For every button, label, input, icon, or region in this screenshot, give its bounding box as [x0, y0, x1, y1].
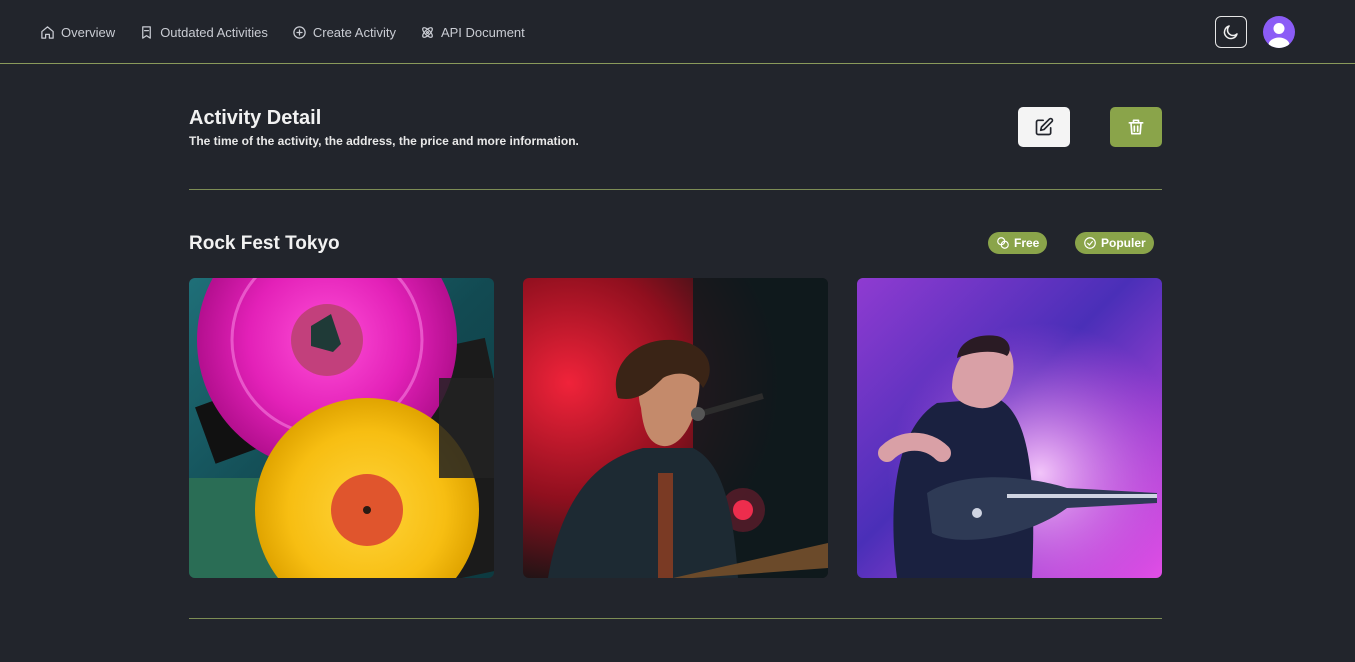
singer-with-guitar-photo[interactable] — [523, 278, 828, 578]
top-navigation-bar: Overview Outdated Activities Create Acti… — [0, 0, 1355, 64]
user-icon — [1268, 23, 1290, 48]
nav-item-create-activity[interactable]: Create Activity — [292, 25, 396, 40]
trash-icon — [1128, 119, 1144, 135]
atom-icon — [422, 26, 433, 38]
edit-button[interactable] — [1018, 107, 1070, 147]
plus-circle-icon — [293, 25, 306, 39]
edit-icon — [1035, 117, 1054, 136]
guitarist-on-stage-photo[interactable] — [857, 278, 1162, 578]
vinyl-records-image — [189, 278, 494, 578]
section-divider-top — [189, 189, 1162, 190]
main-nav: Overview Outdated Activities Create Acti… — [40, 0, 525, 64]
singer-image — [523, 278, 828, 578]
event-title: Rock Fest Tokyo — [189, 233, 340, 254]
vinyl-records-photo[interactable] — [189, 278, 494, 578]
nav-item-api-document[interactable]: API Document — [420, 25, 525, 40]
theme-toggle-button[interactable] — [1215, 16, 1247, 48]
nav-label-create-activity: Create Activity — [312, 24, 396, 40]
badge-populer-label: Populer — [1101, 236, 1146, 250]
nav-item-overview[interactable]: Overview — [40, 25, 115, 40]
check-circle-icon — [1084, 237, 1096, 249]
user-avatar[interactable] — [1263, 16, 1295, 48]
badge-free-label: Free — [1014, 236, 1040, 250]
home-icon — [41, 25, 54, 39]
page-title: Activity Detail — [189, 107, 322, 129]
nav-label-overview: Overview — [61, 24, 116, 40]
coins-icon — [997, 237, 1009, 249]
badge-free: Free — [988, 232, 1048, 254]
guitarist-image — [857, 278, 1162, 578]
page-subtitle: The time of the activity, the address, t… — [189, 134, 579, 148]
nav-label-outdated-activities: Outdated Activities — [160, 24, 268, 40]
nav-item-outdated-activities[interactable]: Outdated Activities — [139, 25, 268, 40]
bookmark-icon — [142, 25, 152, 39]
section-divider-bottom — [189, 618, 1162, 619]
moon-icon — [1223, 25, 1238, 40]
delete-button[interactable] — [1110, 107, 1162, 147]
badge-populer: Populer — [1075, 232, 1154, 254]
nav-label-api-document: API Document — [440, 24, 525, 40]
